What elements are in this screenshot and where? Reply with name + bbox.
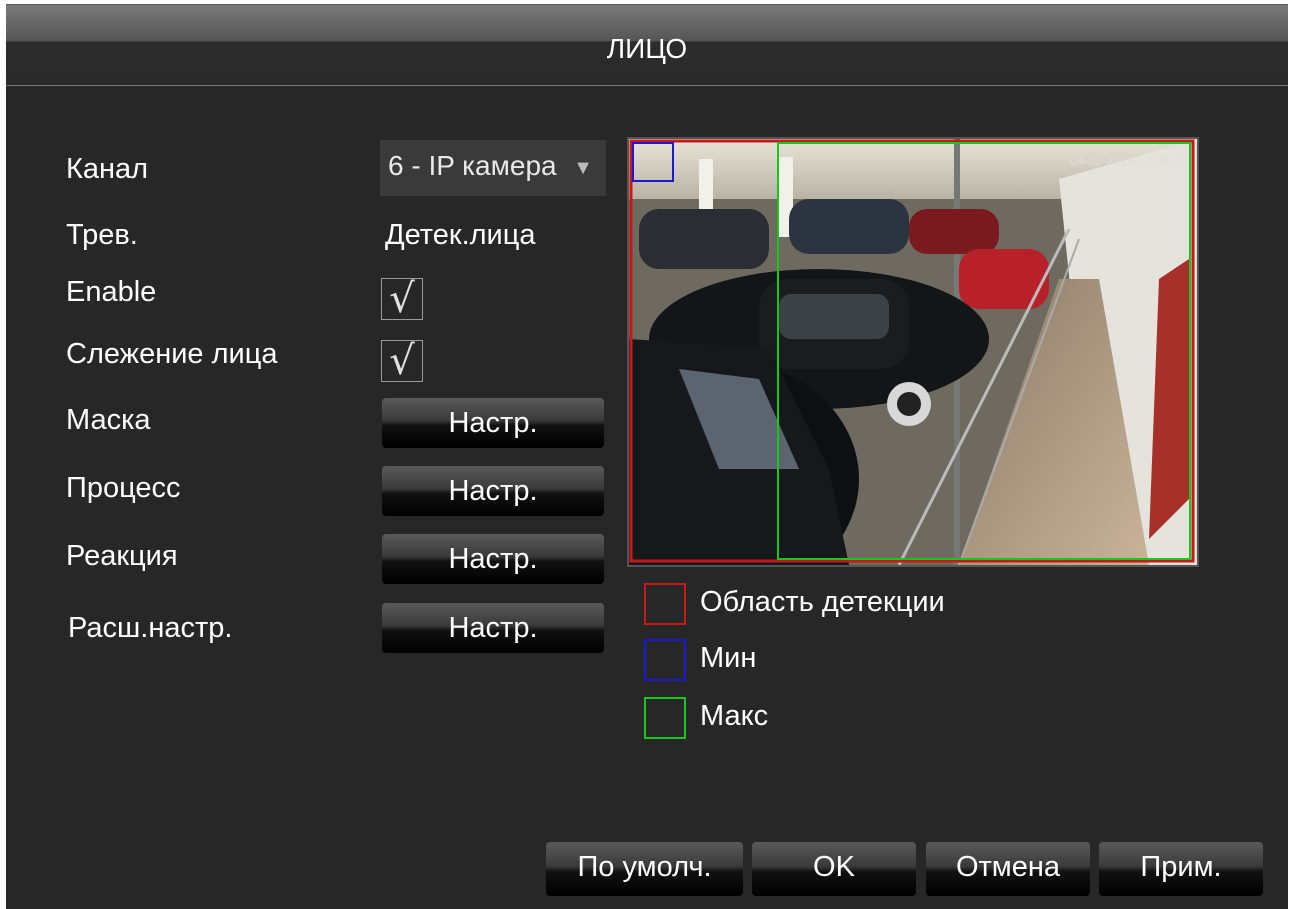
tracking-label: Слежение лица [66,338,278,370]
legend-min-label: Мин [700,642,757,674]
alarm-value: Детек.лица [385,219,536,251]
camera-preview[interactable]: 04-02-2016 13:07:43 [627,137,1199,567]
reaction-label: Реакция [66,540,178,572]
title-bar: ЛИЦО [6,5,1288,86]
camera-image: 04-02-2016 13:07:43 [629,139,1197,565]
alarm-label: Трев. [66,219,138,251]
apply-button[interactable]: Прим. [1099,842,1263,896]
default-button[interactable]: По умолч. [546,842,743,896]
tracking-checkbox[interactable]: √ [381,340,423,382]
check-icon: √ [389,338,415,384]
channel-label: Канал [66,153,149,185]
preview-timestamp: 04-02-2016 13:07:43 [1070,155,1187,168]
legend-max-label: Макс [700,700,769,732]
mask-label: Маска [66,404,151,436]
legend-min-swatch [644,639,686,681]
process-label: Процесс [66,472,181,504]
process-setup-button[interactable]: Настр. [382,466,604,516]
check-icon: √ [389,276,415,322]
mask-setup-button[interactable]: Настр. [382,398,604,448]
enable-label: Enable [66,276,157,308]
chevron-down-icon[interactable]: ▼ [566,148,600,188]
reaction-setup-button[interactable]: Настр. [382,534,604,584]
enable-checkbox[interactable]: √ [381,278,423,320]
channel-select[interactable]: 6 - IP камера ▼ [380,140,606,196]
ok-button[interactable]: OK [752,842,916,896]
legend-detection-area-label: Область детекции [700,586,945,618]
channel-select-value: 6 - IP камера [388,150,557,181]
legend-detection-area-swatch [644,583,686,625]
legend-max-swatch [644,697,686,739]
advanced-label: Расш.настр. [68,612,233,644]
dialog-title: ЛИЦО [606,33,688,64]
cancel-button[interactable]: Отмена [926,842,1090,896]
advanced-setup-button[interactable]: Настр. [382,603,604,653]
